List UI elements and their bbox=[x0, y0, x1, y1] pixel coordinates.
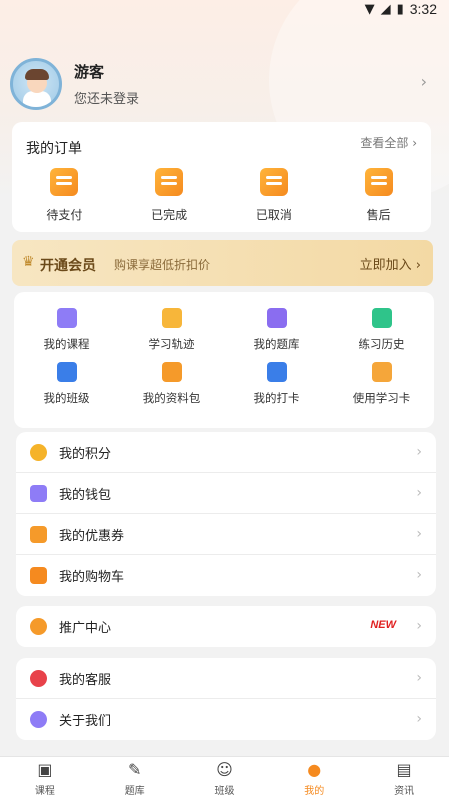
chevron-right-icon[interactable]: › bbox=[421, 72, 427, 91]
order-done-icon bbox=[155, 168, 184, 196]
track-icon bbox=[161, 308, 182, 328]
my-materials[interactable]: 我的资料包 bbox=[122, 362, 222, 406]
account-list: 我的积分 › 我的钱包 › 我的优惠券 › 我的购物车 › bbox=[16, 432, 436, 596]
vip-banner[interactable]: ♛ 开通会员 购课享超低折扣价 立即加入 › bbox=[12, 240, 433, 286]
history-icon bbox=[371, 308, 392, 328]
learning-track[interactable]: 学习轨迹 bbox=[122, 308, 222, 352]
class-icon bbox=[56, 362, 77, 382]
tab-courses[interactable]: ▣ 课程 bbox=[15, 760, 75, 797]
join-now-link[interactable]: 立即加入 › bbox=[360, 254, 421, 273]
checkin-icon bbox=[266, 362, 287, 382]
cart-icon bbox=[30, 567, 47, 584]
chevron-right-icon: › bbox=[416, 444, 422, 460]
signal-icon: ◢ bbox=[380, 1, 391, 17]
folder-icon bbox=[161, 362, 182, 382]
clock: 3:32 bbox=[409, 1, 437, 17]
wallet2-icon bbox=[30, 484, 47, 502]
list-item-customer-service[interactable]: 我的客服 › bbox=[16, 658, 436, 699]
support-list: 我的客服 › 关于我们 › bbox=[16, 658, 436, 740]
wifi-icon: ▼ bbox=[364, 1, 375, 17]
orders-card: 我的订单 查看全部 › 待支付 已完成 已取消 售后 bbox=[12, 122, 431, 232]
my-class[interactable]: 我的班级 bbox=[17, 362, 117, 406]
use-study-card[interactable]: 使用学习卡 bbox=[332, 362, 432, 406]
list-item-points[interactable]: 我的积分 › bbox=[16, 432, 436, 473]
orders-title: 我的订单 bbox=[26, 141, 82, 157]
tab-question-bank[interactable]: ✎ 题库 bbox=[105, 760, 165, 797]
vip-subtitle: 购课享超低折扣价 bbox=[114, 258, 211, 272]
coupon-icon bbox=[30, 525, 47, 543]
practice-history[interactable]: 练习历史 bbox=[332, 308, 432, 352]
my-checkin[interactable]: 我的打卡 bbox=[227, 362, 327, 406]
chevron-right-icon: › bbox=[416, 618, 422, 634]
crown-icon: ♛ bbox=[22, 254, 35, 270]
login-status: 您还未登录 bbox=[74, 92, 140, 107]
order-cancel-icon bbox=[259, 168, 288, 196]
my-question-bank[interactable]: 我的题库 bbox=[227, 308, 327, 352]
tab-class[interactable]: ☺ 班级 bbox=[194, 760, 254, 797]
vip-title: 开通会员 bbox=[40, 258, 96, 274]
news-icon: ▤ bbox=[396, 760, 412, 779]
chevron-right-icon: › bbox=[416, 485, 422, 501]
tab-mine[interactable]: ● 我的 bbox=[284, 760, 344, 797]
view-all-orders-link[interactable]: 查看全部 › bbox=[360, 134, 417, 151]
profile-name: 游客 bbox=[74, 63, 105, 81]
list-item-wallet[interactable]: 我的钱包 › bbox=[16, 473, 436, 514]
question-bank-icon bbox=[266, 308, 287, 328]
battery-icon: ▮ bbox=[396, 1, 404, 17]
order-completed[interactable]: 已完成 bbox=[124, 168, 214, 223]
new-badge: NEW bbox=[370, 619, 396, 631]
list-item-coupons[interactable]: 我的优惠券 › bbox=[16, 514, 436, 555]
chevron-right-icon: › bbox=[416, 526, 422, 542]
list-item-cart[interactable]: 我的购物车 › bbox=[16, 555, 436, 596]
pen-icon: ✎ bbox=[127, 760, 142, 779]
chevron-right-icon: › bbox=[416, 567, 422, 583]
my-courses[interactable]: 我的课程 bbox=[17, 308, 117, 352]
status-bar: ▼ ◢ ▮ 3:32 bbox=[0, 0, 449, 18]
promo-icon bbox=[30, 618, 47, 635]
course-icon bbox=[56, 308, 77, 328]
order-pending-payment[interactable]: 待支付 bbox=[19, 168, 109, 223]
list-item-about[interactable]: 关于我们 › bbox=[16, 699, 436, 740]
study-card-icon bbox=[371, 362, 392, 382]
points-icon bbox=[30, 443, 47, 461]
wallet-icon bbox=[50, 168, 79, 196]
promo-card: 推广中心 NEW › bbox=[16, 606, 436, 647]
tv-icon: ▣ bbox=[37, 760, 53, 779]
after-sale-icon bbox=[364, 168, 393, 196]
order-after-sale[interactable]: 售后 bbox=[334, 168, 424, 223]
order-cancelled[interactable]: 已取消 bbox=[229, 168, 319, 223]
chevron-right-icon: › bbox=[416, 711, 422, 727]
heart-icon bbox=[30, 669, 47, 687]
feature-grid: 我的课程 学习轨迹 我的题库 练习历史 我的班级 我的资料包 我的打卡 使用学习… bbox=[14, 292, 434, 428]
people-icon: ☺ bbox=[216, 760, 233, 779]
chevron-right-icon: › bbox=[416, 670, 422, 686]
bottom-tab-bar: ▣ 课程 ✎ 题库 ☺ 班级 ● 我的 ▤ 资讯 bbox=[0, 756, 449, 800]
avatar[interactable] bbox=[10, 58, 62, 110]
user-icon: ● bbox=[307, 760, 322, 779]
profile-header[interactable]: 游客 您还未登录 › bbox=[10, 56, 439, 112]
tab-news[interactable]: ▤ 资讯 bbox=[374, 760, 434, 797]
about-icon bbox=[30, 711, 47, 728]
list-item-promotion[interactable]: 推广中心 NEW › bbox=[16, 606, 436, 647]
